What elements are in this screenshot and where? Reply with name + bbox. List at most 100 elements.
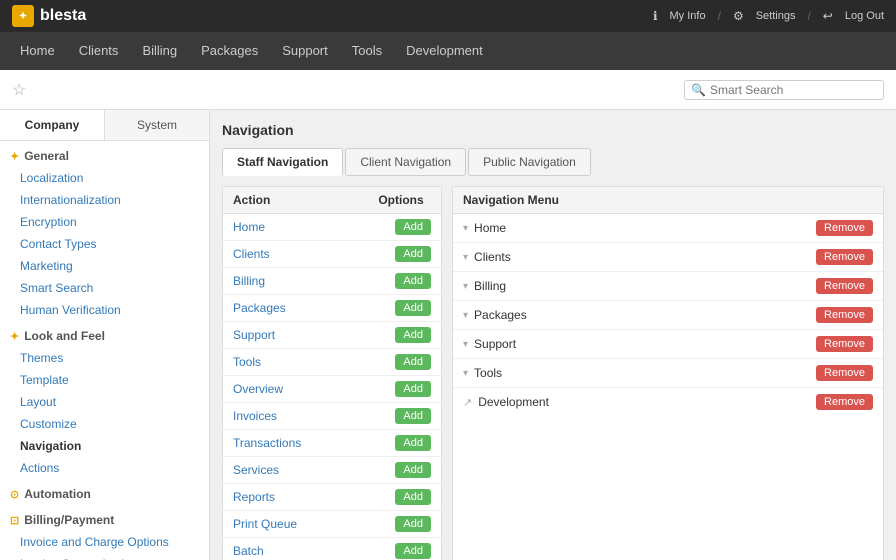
tab-staff-navigation[interactable]: Staff Navigation (222, 148, 343, 176)
nav-clients[interactable]: Clients (67, 32, 131, 70)
action-link-1[interactable]: Clients (233, 247, 395, 261)
settings-link[interactable]: Settings (756, 10, 796, 22)
logo: ✦ blesta (12, 5, 86, 27)
add-btn-2[interactable]: Add (395, 273, 431, 289)
action-link-10[interactable]: Reports (233, 490, 395, 504)
action-link-3[interactable]: Packages (233, 301, 395, 315)
sidebar-item-themes[interactable]: Themes (0, 347, 209, 369)
look-feel-label: Look and Feel (24, 329, 105, 343)
action-link-11[interactable]: Print Queue (233, 517, 395, 531)
billing-payment-label: Billing/Payment (24, 513, 114, 527)
nav-menu-item-label-2: Billing (474, 279, 816, 293)
sidebar-section-general: ✦ General (0, 141, 209, 167)
action-link-7[interactable]: Invoices (233, 409, 395, 423)
action-link-9[interactable]: Services (233, 463, 395, 477)
sidebar-item-navigation[interactable]: Navigation (0, 435, 209, 457)
remove-btn-3[interactable]: Remove (816, 307, 873, 323)
sidebar-item-customize[interactable]: Customize (0, 413, 209, 435)
sidebar-item-human-verification[interactable]: Human Verification (0, 299, 209, 321)
sidebar-item-localization[interactable]: Localization (0, 167, 209, 189)
separator2: / (807, 9, 810, 23)
logout-link[interactable]: Log Out (845, 10, 884, 22)
automation-icon: ⊙ (10, 488, 19, 501)
add-btn-0[interactable]: Add (395, 219, 431, 235)
tab-client-navigation[interactable]: Client Navigation (345, 148, 466, 176)
nav-tools[interactable]: Tools (340, 32, 394, 70)
action-link-5[interactable]: Tools (233, 355, 395, 369)
add-btn-7[interactable]: Add (395, 408, 431, 424)
remove-btn-1[interactable]: Remove (816, 249, 873, 265)
add-btn-6[interactable]: Add (395, 381, 431, 397)
options-col-header: Options (371, 193, 431, 207)
logout-icon: ↩ (823, 9, 833, 23)
nav-development[interactable]: Development (394, 32, 495, 70)
action-row: Tools Add (223, 349, 441, 376)
action-link-2[interactable]: Billing (233, 274, 395, 288)
page-title: Navigation (222, 122, 884, 138)
nav-menu-item-label-5: Tools (474, 366, 816, 380)
action-row: Home Add (223, 214, 441, 241)
search-icon: 🔍 (691, 83, 706, 97)
logo-text: blesta (40, 7, 86, 25)
remove-btn-2[interactable]: Remove (816, 278, 873, 294)
nav-home[interactable]: Home (8, 32, 67, 70)
sidebar-tab-system[interactable]: System (105, 110, 209, 140)
sidebar-item-smart-search[interactable]: Smart Search (0, 277, 209, 299)
action-link-4[interactable]: Support (233, 328, 395, 342)
nav-menu-item-label-0: Home (474, 221, 816, 235)
info-icon: ℹ (653, 9, 658, 23)
sidebar-item-invoice-charge-options[interactable]: Invoice and Charge Options (0, 531, 209, 553)
remove-btn-0[interactable]: Remove (816, 220, 873, 236)
add-btn-4[interactable]: Add (395, 327, 431, 343)
nav-menu-list: ▾ Home Remove ▾ Clients Remove ▾ Billing… (453, 214, 883, 416)
add-btn-3[interactable]: Add (395, 300, 431, 316)
action-row: Support Add (223, 322, 441, 349)
actions-list: Home Add Clients Add Billing Add Package… (223, 214, 441, 560)
gear-icon: ⚙ (733, 9, 744, 23)
nav-menu-panel: Navigation Menu ▾ Home Remove ▾ Clients … (452, 186, 884, 560)
sidebar-item-layout[interactable]: Layout (0, 391, 209, 413)
remove-btn-4[interactable]: Remove (816, 336, 873, 352)
action-row: Transactions Add (223, 430, 441, 457)
sidebar-item-encryption[interactable]: Encryption (0, 211, 209, 233)
nav-bar: Home Clients Billing Packages Support To… (0, 32, 896, 70)
nav-packages[interactable]: Packages (189, 32, 270, 70)
remove-btn-5[interactable]: Remove (816, 365, 873, 381)
action-row: Reports Add (223, 484, 441, 511)
nav-support[interactable]: Support (270, 32, 340, 70)
action-link-6[interactable]: Overview (233, 382, 395, 396)
tab-public-navigation[interactable]: Public Navigation (468, 148, 591, 176)
nav-menu-item-label-3: Packages (474, 308, 816, 322)
sidebar-tab-company[interactable]: Company (0, 110, 105, 140)
add-btn-9[interactable]: Add (395, 462, 431, 478)
favorite-star-icon[interactable]: ☆ (12, 80, 26, 100)
nav-billing[interactable]: Billing (130, 32, 189, 70)
separator1: / (718, 9, 721, 23)
sidebar-tabs: Company System (0, 110, 209, 141)
add-btn-8[interactable]: Add (395, 435, 431, 451)
add-btn-10[interactable]: Add (395, 489, 431, 505)
action-link-8[interactable]: Transactions (233, 436, 395, 450)
sidebar-item-template[interactable]: Template (0, 369, 209, 391)
add-btn-11[interactable]: Add (395, 516, 431, 532)
sidebar-item-invoice-customization[interactable]: Invoice Customization (0, 553, 209, 560)
remove-btn-6[interactable]: Remove (816, 394, 873, 410)
sidebar-section-look-and-feel: ✦ Look and Feel (0, 321, 209, 347)
action-link-0[interactable]: Home (233, 220, 395, 234)
dev-arrow-icon: ↗ (463, 396, 472, 409)
nav-menu-item: ▾ Packages Remove (453, 301, 883, 330)
sidebar-item-contact-types[interactable]: Contact Types (0, 233, 209, 255)
chevron-icon: ▾ (463, 223, 468, 234)
action-link-12[interactable]: Batch (233, 544, 395, 558)
sidebar-item-actions[interactable]: Actions (0, 457, 209, 479)
my-info-link[interactable]: My Info (670, 10, 706, 22)
add-btn-1[interactable]: Add (395, 246, 431, 262)
add-btn-12[interactable]: Add (395, 543, 431, 559)
action-row: Overview Add (223, 376, 441, 403)
add-btn-5[interactable]: Add (395, 354, 431, 370)
sidebar-item-internationalization[interactable]: Internationalization (0, 189, 209, 211)
actions-panel: Action Options Home Add Clients Add Bill… (222, 186, 442, 560)
sidebar-item-marketing[interactable]: Marketing (0, 255, 209, 277)
search-input[interactable] (710, 83, 877, 97)
chevron-icon: ▾ (463, 310, 468, 321)
